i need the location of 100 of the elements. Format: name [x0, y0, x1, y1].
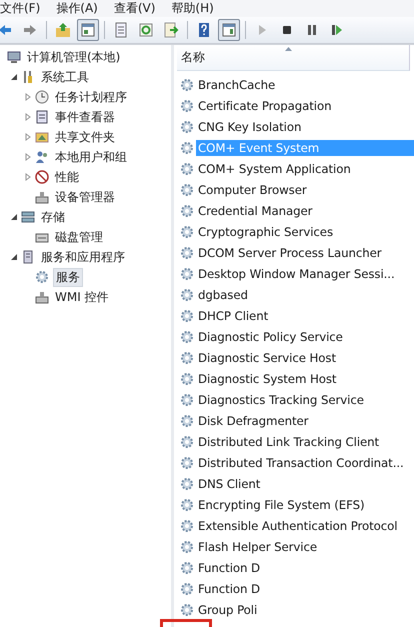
- gear-icon: [35, 270, 49, 284]
- service-name[interactable]: Computer Browser: [196, 182, 309, 198]
- service-name[interactable]: COM+ System Application: [196, 160, 353, 176]
- tree-item[interactable]: 磁盘管理: [53, 228, 105, 246]
- menu-item[interactable]: 操作(A): [56, 1, 98, 16]
- users-icon: [35, 150, 49, 164]
- storage-icon: [21, 210, 35, 224]
- expanded-arrow-icon[interactable]: [10, 73, 18, 81]
- gear-icon: [180, 246, 194, 260]
- device-icon: [35, 290, 49, 304]
- tree-item[interactable]: 任务计划程序: [53, 88, 129, 106]
- document-icon: [35, 110, 49, 124]
- service-name[interactable]: DCOM Server Process Launcher: [196, 244, 384, 260]
- gear-icon: [180, 224, 194, 238]
- gear-icon: [180, 456, 194, 470]
- gear-icon: [180, 204, 194, 218]
- collapsed-arrow-icon[interactable]: [24, 113, 32, 121]
- gear-icon: [180, 392, 194, 406]
- collapsed-arrow-icon[interactable]: [24, 93, 32, 101]
- service-name[interactable]: Certificate Propagation: [196, 98, 334, 114]
- service-name[interactable]: Group Poli: [196, 602, 260, 618]
- collapsed-arrow-icon[interactable]: [24, 133, 32, 141]
- help-icon: [196, 22, 212, 38]
- gear-icon: [180, 518, 194, 532]
- service-name[interactable]: Credential Manager: [196, 202, 314, 218]
- gear-icon: [180, 560, 194, 574]
- refresh-icon: [138, 22, 154, 38]
- folder-icon: [35, 130, 49, 144]
- folder-up-icon: [55, 22, 71, 38]
- service-name[interactable]: Diagnostics Tracking Service: [196, 392, 366, 408]
- tree-item[interactable]: 服务: [53, 268, 83, 286]
- toolbar-button[interactable]: [77, 19, 99, 41]
- service-name[interactable]: DHCP Client: [196, 308, 270, 324]
- gear-icon: [180, 162, 194, 176]
- gear-icon: [180, 98, 194, 112]
- collapsed-arrow-icon[interactable]: [24, 153, 32, 161]
- gear-icon: [180, 582, 194, 596]
- no-entry-icon: [35, 170, 49, 184]
- menu-item[interactable]: 查看(V): [114, 1, 156, 16]
- service-name[interactable]: Function D: [196, 560, 262, 576]
- service-name[interactable]: Encrypting File System (EFS): [196, 496, 367, 512]
- tree-item[interactable]: 服务和应用程序: [39, 248, 127, 266]
- view-pane-icon: [221, 22, 237, 38]
- gear-icon: [180, 120, 194, 134]
- server-icon: [21, 250, 35, 264]
- gear-icon: [180, 602, 194, 616]
- device-icon: [35, 190, 49, 204]
- tree-item[interactable]: 存储: [39, 208, 67, 226]
- clock-icon: [35, 90, 49, 104]
- service-name[interactable]: Diagnostic System Host: [196, 370, 338, 386]
- tree-item[interactable]: 设备管理器: [53, 188, 117, 206]
- gear-icon: [180, 288, 194, 302]
- tree-item[interactable]: 性能: [53, 168, 81, 186]
- gear-icon: [180, 308, 194, 322]
- toolbar-button[interactable]: [218, 19, 240, 41]
- service-name[interactable]: Cryptographic Services: [196, 224, 335, 240]
- service-name[interactable]: dgbased: [196, 286, 250, 302]
- service-name[interactable]: Extensible Authentication Protocol: [196, 518, 400, 534]
- service-name[interactable]: Function D: [196, 580, 262, 596]
- service-name[interactable]: BranchCache: [196, 76, 278, 92]
- tree-item[interactable]: 计算机管理(本地): [25, 48, 122, 66]
- gear-icon: [180, 330, 194, 344]
- console-tree-icon: [80, 22, 96, 38]
- tree-item[interactable]: WMI 控件: [53, 288, 111, 306]
- gear-icon: [180, 140, 194, 154]
- gear-icon: [180, 266, 194, 280]
- sort-arrow-icon: [285, 47, 292, 51]
- expanded-arrow-icon[interactable]: [10, 213, 18, 221]
- tree-item[interactable]: 事件查看器: [53, 108, 117, 126]
- forward-arrow-icon: [22, 22, 38, 38]
- menu-item[interactable]: 帮助(H): [171, 1, 214, 16]
- service-name[interactable]: Desktop Window Manager Sessi...: [196, 266, 397, 282]
- gear-icon: [180, 540, 194, 554]
- menu-item[interactable]: 文件(F): [0, 1, 40, 16]
- tree-item[interactable]: 系统工具: [39, 68, 91, 86]
- gear-icon: [180, 498, 194, 512]
- gear-icon: [180, 182, 194, 196]
- service-name[interactable]: Distributed Link Tracking Client: [196, 434, 382, 450]
- collapsed-arrow-icon[interactable]: [24, 173, 32, 181]
- service-name[interactable]: Distributed Transaction Coordinat...: [196, 454, 406, 470]
- service-name[interactable]: CNG Key Isolation: [196, 118, 304, 134]
- gear-icon: [180, 434, 194, 448]
- back-arrow-icon: [0, 22, 13, 38]
- expanded-arrow-icon[interactable]: [10, 253, 18, 261]
- service-name[interactable]: Flash Helper Service: [196, 538, 320, 554]
- export-list-icon: [163, 22, 179, 38]
- service-name[interactable]: Diagnostic Policy Service: [196, 328, 345, 344]
- computer-icon: [7, 50, 21, 64]
- column-header[interactable]: 名称: [177, 45, 410, 71]
- tools-icon: [21, 70, 35, 84]
- gear-icon: [180, 414, 194, 428]
- gear-icon: [180, 372, 194, 386]
- properties-icon: [113, 22, 129, 38]
- tree-item[interactable]: 本地用户和组: [53, 148, 129, 166]
- gear-icon: [180, 78, 194, 92]
- service-name[interactable]: Diagnostic Service Host: [196, 350, 338, 366]
- service-name[interactable]: Disk Defragmenter: [196, 412, 310, 428]
- service-name[interactable]: DNS Client: [196, 476, 262, 492]
- tree-item[interactable]: 共享文件夹: [53, 128, 117, 146]
- gear-icon: [180, 476, 194, 490]
